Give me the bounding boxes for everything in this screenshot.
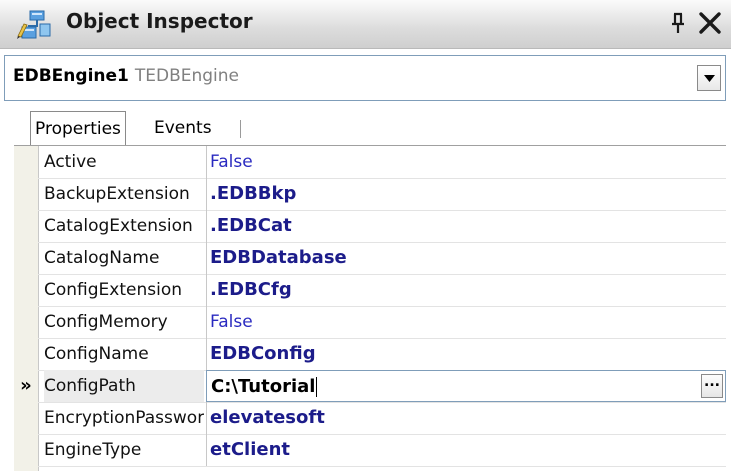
property-value[interactable]: .EDBCfg (210, 274, 710, 306)
component-selector[interactable]: EDBEngine1 TEDBEngine (4, 55, 726, 101)
property-name: Active (44, 152, 97, 172)
property-value[interactable]: .EDBCat (210, 210, 710, 242)
property-row-configpath[interactable]: ConfigPath C:\Tutorial ... (38, 370, 726, 403)
property-value[interactable]: elevatesoft (210, 402, 710, 434)
property-value-editor[interactable]: C:\Tutorial ... (206, 370, 726, 402)
property-value[interactable]: EDBDatabase (210, 242, 710, 274)
pin-icon[interactable] (667, 11, 689, 35)
column-divider (206, 402, 207, 434)
tab-events[interactable]: Events (154, 111, 212, 145)
property-row-configextension[interactable]: ConfigExtension .EDBCfg (38, 274, 726, 307)
property-value[interactable]: False (210, 146, 710, 178)
tab-properties[interactable]: Properties (30, 111, 126, 145)
property-value[interactable]: False (210, 306, 710, 338)
column-divider (206, 146, 207, 178)
property-name: ConfigMemory (44, 312, 168, 332)
selected-row-marker: » (20, 375, 32, 396)
property-row-configname[interactable]: ConfigName EDBConfig (38, 338, 726, 371)
dropdown-button[interactable] (697, 65, 721, 91)
component-name-text: EDBEngine1 (13, 66, 129, 86)
property-name: CatalogExtension (44, 216, 193, 236)
component-type: TEDBEngine (134, 66, 240, 86)
close-icon[interactable] (698, 11, 722, 35)
property-name: ConfigPath (44, 370, 204, 402)
tab-bar: Properties Events (14, 111, 726, 146)
tab-divider (240, 120, 241, 138)
property-row-backupextension[interactable]: BackupExtension .EDBBkp (38, 178, 726, 211)
column-divider (206, 210, 207, 242)
column-divider (206, 434, 207, 466)
column-divider (206, 274, 207, 306)
component-name: EDBEngine1 TEDBEngine (13, 66, 239, 86)
column-divider (206, 338, 207, 370)
property-row-catalogextension[interactable]: CatalogExtension .EDBCat (38, 210, 726, 243)
property-name: EngineType (44, 440, 142, 460)
column-divider (206, 178, 207, 210)
property-value[interactable]: .EDBBkp (210, 178, 710, 210)
property-name: EncryptionPassword (44, 408, 204, 428)
grid-gutter (14, 146, 39, 471)
property-name: CatalogName (44, 248, 160, 268)
panel-title: Object Inspector (66, 9, 253, 33)
property-name: ConfigExtension (44, 280, 183, 300)
text-caret (316, 377, 318, 397)
property-row-enginetype[interactable]: EngineType etClient (38, 434, 726, 467)
column-divider (206, 306, 207, 338)
chevron-down-icon (704, 75, 715, 82)
property-grid: Active False BackupExtension .EDBBkp Cat… (14, 146, 726, 471)
property-value[interactable]: EDBConfig (210, 338, 710, 370)
property-row-configmemory[interactable]: ConfigMemory False (38, 306, 726, 339)
ellipsis-button[interactable]: ... (701, 374, 723, 398)
title-bar: Object Inspector (0, 0, 731, 49)
property-name: ConfigName (44, 344, 149, 364)
property-value[interactable]: etClient (210, 434, 710, 466)
property-value-input[interactable]: C:\Tutorial (211, 371, 711, 403)
property-row-catalogname[interactable]: CatalogName EDBDatabase (38, 242, 726, 275)
property-name: BackupExtension (44, 184, 190, 204)
column-divider (206, 242, 207, 274)
property-row-active[interactable]: Active False (38, 146, 726, 179)
property-row-encryptionpassword[interactable]: EncryptionPassword elevatesoft (38, 402, 726, 435)
object-inspector-icon (17, 10, 51, 39)
property-value-text: C:\Tutorial (211, 376, 316, 397)
